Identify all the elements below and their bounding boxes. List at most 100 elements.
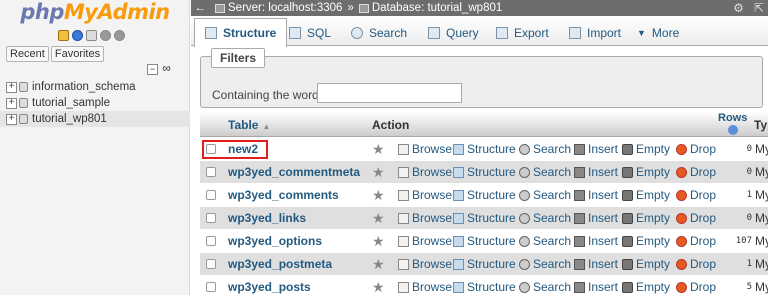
empty-action[interactable]: Empty	[622, 234, 670, 248]
settings-gear-icon[interactable]: ⚙	[733, 1, 744, 15]
row-checkbox[interactable]	[206, 259, 216, 269]
search-action[interactable]: Search	[519, 257, 571, 271]
empty-action[interactable]: Empty	[622, 142, 670, 156]
browse-action[interactable]: Browse	[398, 188, 452, 202]
table-name-link[interactable]: wp3yed_options	[228, 234, 322, 248]
search-action[interactable]: Search	[519, 280, 571, 294]
row-checkbox[interactable]	[206, 190, 216, 200]
expand-icon[interactable]: +	[6, 81, 17, 93]
empty-action[interactable]: Empty	[622, 257, 670, 271]
drop-action[interactable]: Drop	[676, 280, 716, 294]
table-name-link[interactable]: wp3yed_commentmeta	[228, 165, 360, 179]
favorite-star-icon[interactable]: ★	[372, 256, 385, 273]
row-checkbox[interactable]	[206, 213, 216, 223]
tab-export[interactable]: Export	[496, 19, 549, 46]
empty-action[interactable]: Empty	[622, 188, 670, 202]
column-header-type[interactable]: Typ	[754, 118, 768, 132]
insert-action[interactable]: Insert	[574, 211, 618, 225]
browse-action[interactable]: Browse	[398, 165, 452, 179]
breadcrumb-server[interactable]: Server: localhost:3306	[228, 2, 342, 14]
reload-icon[interactable]	[114, 30, 125, 41]
column-header-table[interactable]: Table ▲	[228, 118, 270, 132]
db-item-information-schema[interactable]: + information_schema	[0, 79, 190, 95]
drop-action[interactable]: Drop	[676, 165, 716, 179]
empty-action[interactable]: Empty	[622, 211, 670, 225]
link-with-main-icon[interactable]: ∞	[161, 62, 172, 75]
phpmyadmin-logo[interactable]: phpMyAdmin	[0, 0, 190, 24]
drop-action[interactable]: Drop	[676, 257, 716, 271]
db-item-tutorial-wp801[interactable]: + tutorial_wp801	[0, 111, 190, 127]
search-action[interactable]: Search	[519, 211, 571, 225]
structure-action[interactable]: Structure	[453, 165, 516, 179]
tab-sql[interactable]: SQL	[289, 19, 331, 46]
home-icon[interactable]	[58, 30, 69, 41]
docs-icon[interactable]	[86, 30, 97, 41]
structure-icon	[453, 258, 464, 270]
favorite-star-icon[interactable]: ★	[372, 164, 385, 181]
drop-action[interactable]: Drop	[676, 234, 716, 248]
empty-action[interactable]: Empty	[622, 165, 670, 179]
favorite-star-icon[interactable]: ★	[372, 210, 385, 227]
structure-action[interactable]: Structure	[453, 211, 516, 225]
insert-action[interactable]: Insert	[574, 234, 618, 248]
favorite-star-icon[interactable]: ★	[372, 233, 385, 250]
tab-query[interactable]: Query	[428, 19, 479, 46]
drop-action[interactable]: Drop	[676, 142, 716, 156]
table-name-link[interactable]: wp3yed_postmeta	[228, 257, 332, 271]
structure-action[interactable]: Structure	[453, 188, 516, 202]
table-name-link[interactable]: wp3yed_links	[228, 211, 306, 225]
table-name-link[interactable]: new2	[228, 142, 258, 156]
filter-word-input[interactable]	[317, 83, 462, 103]
structure-action[interactable]: Structure	[453, 142, 516, 156]
tab-import[interactable]: Import	[569, 19, 621, 46]
search-action[interactable]: Search	[519, 142, 571, 156]
structure-action[interactable]: Structure	[453, 280, 516, 294]
tab-more[interactable]: ▼ More	[637, 19, 679, 46]
browse-action[interactable]: Browse	[398, 257, 452, 271]
breadcrumb-database[interactable]: Database: tutorial_wp801	[372, 2, 502, 14]
expand-icon[interactable]: +	[6, 113, 17, 125]
recent-tab[interactable]: Recent	[6, 46, 49, 62]
search-action[interactable]: Search	[519, 188, 571, 202]
expand-icon[interactable]: +	[6, 97, 17, 109]
db-item-tutorial-sample[interactable]: + tutorial_sample	[0, 95, 190, 111]
insert-action[interactable]: Insert	[574, 188, 618, 202]
drop-action[interactable]: Drop	[676, 188, 716, 202]
table-name-link[interactable]: wp3yed_posts	[228, 280, 311, 294]
row-checkbox[interactable]	[206, 167, 216, 177]
favorite-star-icon[interactable]: ★	[372, 187, 385, 204]
browse-action[interactable]: Browse	[398, 280, 452, 294]
favorite-star-icon[interactable]: ★	[372, 141, 385, 158]
settings-icon[interactable]	[100, 30, 111, 41]
insert-label: Insert	[588, 165, 619, 179]
insert-action[interactable]: Insert	[574, 165, 618, 179]
favorites-tab[interactable]: Favorites	[50, 46, 105, 62]
search-action[interactable]: Search	[519, 234, 571, 248]
browse-action[interactable]: Browse	[398, 234, 452, 248]
table-name-link[interactable]: wp3yed_comments	[228, 188, 339, 202]
collapse-icon[interactable]: ⇱	[754, 1, 764, 15]
structure-icon	[453, 281, 464, 293]
insert-action[interactable]: Insert	[574, 280, 618, 294]
row-checkbox[interactable]	[206, 282, 216, 292]
database-icon	[19, 82, 28, 92]
info-icon[interactable]	[72, 30, 83, 41]
collapse-all-icon[interactable]: −	[147, 64, 158, 75]
back-arrow-icon[interactable]: ←	[191, 2, 209, 14]
empty-action[interactable]: Empty	[622, 280, 670, 294]
drop-action[interactable]: Drop	[676, 211, 716, 225]
favorite-star-icon[interactable]: ★	[372, 279, 385, 296]
tab-structure[interactable]: Structure	[194, 18, 288, 47]
column-header-rows[interactable]: Rows	[718, 112, 747, 135]
insert-label: Insert	[588, 188, 619, 202]
search-action[interactable]: Search	[519, 165, 571, 179]
structure-action[interactable]: Structure	[453, 234, 516, 248]
help-icon[interactable]	[727, 125, 738, 135]
insert-action[interactable]: Insert	[574, 142, 618, 156]
tab-search[interactable]: Search	[351, 19, 407, 46]
browse-action[interactable]: Browse	[398, 211, 452, 225]
browse-action[interactable]: Browse	[398, 142, 452, 156]
structure-action[interactable]: Structure	[453, 257, 516, 271]
row-checkbox[interactable]	[206, 236, 216, 246]
insert-action[interactable]: Insert	[574, 257, 618, 271]
